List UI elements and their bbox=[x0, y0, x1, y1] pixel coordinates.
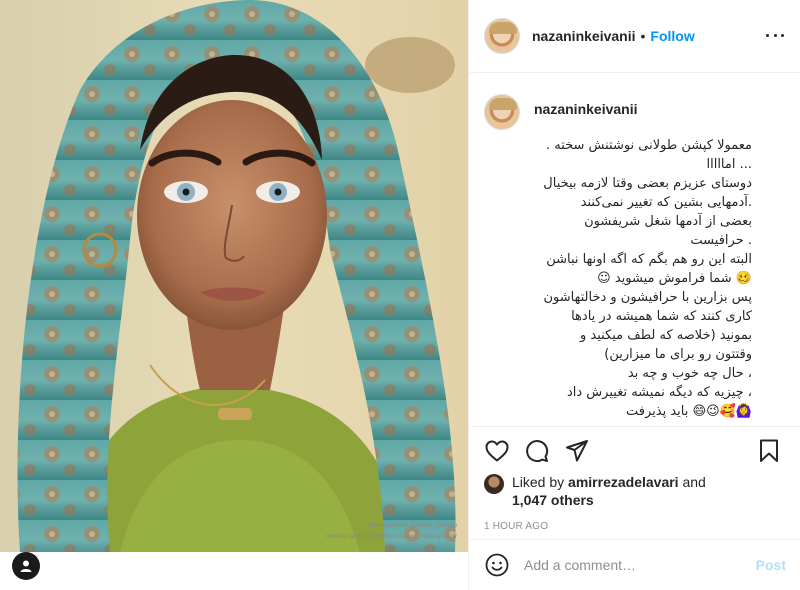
caption-line: دوستای عزیزم بعضی وقتا لازمه بیخیال bbox=[543, 176, 752, 191]
comment-input[interactable] bbox=[524, 557, 756, 573]
more-horizontal-icon[interactable] bbox=[766, 28, 784, 42]
caption-username[interactable]: nazaninkeivanii bbox=[534, 101, 786, 117]
caption-line: معمولا کپشن طولانی نوشتنش سخته . bbox=[545, 138, 752, 153]
caption-line: ، چیزیه که دیگه نمیشه تغییرش داد bbox=[566, 385, 752, 400]
caption-line: البته این رو هم بگم که اگه اونها نباشن bbox=[546, 252, 752, 267]
caption-line: پس بزارین با حرافیشون و دخالتهاشون bbox=[543, 290, 752, 305]
caption-line: بمونید (خلاصه که لطف میکنید و bbox=[579, 328, 752, 343]
caption-line: بعضی از آدمها شغل شریفشون bbox=[584, 214, 752, 229]
caption-line: کاری کنند که شما همیشه در یادها bbox=[571, 309, 752, 324]
caption-section: nazaninkeivanii معمولا کپشن طولانی نوشتن… bbox=[470, 74, 800, 424]
caption-line: ...مهم این است که bbox=[484, 421, 752, 424]
paper-plane-icon[interactable] bbox=[564, 438, 590, 464]
post-side-panel: nazaninkeivanii • Follow nazaninkeivanii… bbox=[470, 0, 800, 590]
makeup-credit: makeup artist : fereshteyazdanzi_makeupa… bbox=[326, 532, 457, 540]
post-header: nazaninkeivanii • Follow bbox=[470, 0, 800, 73]
follow-button[interactable]: Follow bbox=[650, 28, 694, 44]
likes-conjunction: and bbox=[682, 474, 706, 490]
portrait-illustration bbox=[0, 0, 468, 552]
caption-line: ... امااااا bbox=[706, 157, 752, 172]
caption-line: وقتتون رو برای ما میزارین) bbox=[604, 347, 752, 362]
post-photo[interactable]: photographer: peyman_gazzam makeup artis… bbox=[0, 0, 468, 552]
heart-icon[interactable] bbox=[484, 438, 510, 464]
photographer-credit: photographer: peyman_gazzam bbox=[368, 521, 457, 529]
liked-by-prefix: Liked by bbox=[512, 474, 565, 490]
bookmark-icon[interactable] bbox=[756, 438, 782, 464]
post-actions: Liked by amirrezadelavari and 1,047 othe… bbox=[470, 426, 800, 532]
likes-count[interactable]: 1,047 others bbox=[512, 492, 594, 508]
caption-line: .آدمهایی بشین که تغییر نمی‌کنند bbox=[580, 195, 752, 210]
photo-credit: photographer: peyman_gazzam makeup artis… bbox=[326, 520, 457, 542]
liker-username[interactable]: amirrezadelavari bbox=[568, 474, 679, 490]
caption-text: معمولا کپشن طولانی نوشتنش سخته . ... اماا… bbox=[484, 136, 786, 424]
post-timestamp[interactable]: 1 HOUR AGO bbox=[484, 521, 786, 532]
caption-line: 🙆‍♀️🥰😉😄 باید پذیرفت bbox=[626, 404, 752, 419]
header-username[interactable]: nazaninkeivanii bbox=[532, 28, 635, 44]
likes-summary: Liked by amirrezadelavari and 1,047 othe… bbox=[484, 473, 786, 509]
caption-line: 🥴 شما فراموش میشوید ☺ bbox=[597, 271, 752, 286]
liker-avatar[interactable] bbox=[484, 474, 504, 494]
caption-avatar[interactable] bbox=[484, 94, 520, 130]
smiley-icon[interactable] bbox=[484, 552, 510, 578]
post-comment-button[interactable]: Post bbox=[756, 557, 786, 573]
comment-box: Post bbox=[470, 539, 800, 590]
user-tag-icon[interactable] bbox=[12, 552, 40, 580]
caption-line: ، حال چه خوب و چه بد bbox=[627, 366, 752, 381]
comment-bubble-icon[interactable] bbox=[524, 438, 550, 464]
post-image-panel[interactable]: photographer: peyman_gazzam makeup artis… bbox=[0, 0, 469, 590]
avatar[interactable] bbox=[484, 18, 520, 54]
caption-line: . حرافیست bbox=[690, 233, 752, 248]
header-separator: • bbox=[640, 28, 646, 44]
